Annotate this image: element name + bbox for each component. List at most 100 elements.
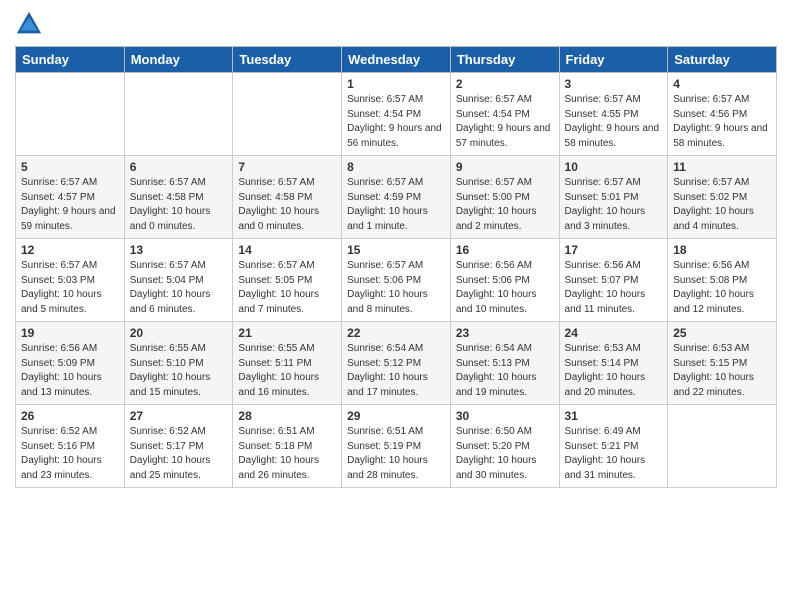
day-info: Sunrise: 6:57 AM Sunset: 5:00 PM Dayligh… bbox=[456, 176, 554, 234]
day-number: 24 bbox=[565, 326, 663, 340]
calendar-cell: 25Sunrise: 6:53 AM Sunset: 5:15 PM Dayli… bbox=[668, 322, 777, 405]
calendar-cell: 13Sunrise: 6:57 AM Sunset: 5:04 PM Dayli… bbox=[124, 239, 233, 322]
day-info: Sunrise: 6:57 AM Sunset: 5:05 PM Dayligh… bbox=[238, 259, 336, 317]
calendar-cell: 23 Sunrise: 6:54 AM Sunset: 5:13 PM Dayli… bbox=[450, 322, 559, 405]
day-info: Sunrise: 6:52 AM Sunset: 5:16 PM Dayligh… bbox=[21, 425, 119, 483]
day-info: Sunrise: 6:57 AM Sunset: 5:03 PM Dayligh… bbox=[21, 259, 119, 317]
day-info: Sunrise: 6:53 AM Sunset: 5:14 PM Dayligh… bbox=[565, 342, 663, 400]
day-info: Sunrise: 6:56 AM Sunset: 5:09 PM Dayligh… bbox=[21, 342, 119, 400]
column-header-monday: Monday bbox=[124, 47, 233, 73]
day-number: 26 bbox=[21, 409, 119, 423]
calendar-cell: 17 Sunrise: 6:56 AM Sunset: 5:07 PM Dayli… bbox=[559, 239, 668, 322]
calendar-cell: 18Sunrise: 6:56 AM Sunset: 5:08 PM Dayli… bbox=[668, 239, 777, 322]
calendar-week-row: 1 Sunrise: 6:57 AM Sunset: 4:54 PM Daylig… bbox=[16, 73, 777, 156]
column-header-saturday: Saturday bbox=[668, 47, 777, 73]
calendar-cell: 3 Sunrise: 6:57 AM Sunset: 4:55 PM Daylig… bbox=[559, 73, 668, 156]
day-number: 5 bbox=[21, 160, 119, 174]
day-info: Sunrise: 6:50 AM Sunset: 5:20 PM Dayligh… bbox=[456, 425, 554, 483]
calendar-cell: 15 Sunrise: 6:57 AM Sunset: 5:06 PM Dayli… bbox=[342, 239, 451, 322]
day-number: 14 bbox=[238, 243, 336, 257]
day-number: 11 bbox=[673, 160, 771, 174]
day-info: Sunrise: 6:57 AM Sunset: 4:54 PM Dayligh… bbox=[347, 93, 445, 151]
calendar-cell: 2 Sunrise: 6:57 AM Sunset: 4:54 PM Daylig… bbox=[450, 73, 559, 156]
calendar-cell: 20 Sunrise: 6:55 AM Sunset: 5:10 PM Dayli… bbox=[124, 322, 233, 405]
column-header-sunday: Sunday bbox=[16, 47, 125, 73]
calendar-cell bbox=[16, 73, 125, 156]
logo-icon bbox=[15, 10, 43, 38]
calendar-cell: 1 Sunrise: 6:57 AM Sunset: 4:54 PM Daylig… bbox=[342, 73, 451, 156]
day-info: Sunrise: 6:51 AM Sunset: 5:19 PM Dayligh… bbox=[347, 425, 445, 483]
day-info: Sunrise: 6:55 AM Sunset: 5:10 PM Dayligh… bbox=[130, 342, 228, 400]
day-number: 9 bbox=[456, 160, 554, 174]
day-number: 29 bbox=[347, 409, 445, 423]
calendar-cell: 9 Sunrise: 6:57 AM Sunset: 5:00 PM Daylig… bbox=[450, 156, 559, 239]
day-number: 30 bbox=[456, 409, 554, 423]
calendar-cell bbox=[668, 405, 777, 488]
day-number: 28 bbox=[238, 409, 336, 423]
day-number: 23 bbox=[456, 326, 554, 340]
day-info: Sunrise: 6:54 AM Sunset: 5:13 PM Dayligh… bbox=[456, 342, 554, 400]
calendar-cell: 24 Sunrise: 6:53 AM Sunset: 5:14 PM Dayli… bbox=[559, 322, 668, 405]
day-number: 1 bbox=[347, 77, 445, 91]
calendar-cell: 19 Sunrise: 6:56 AM Sunset: 5:09 PM Dayli… bbox=[16, 322, 125, 405]
day-number: 31 bbox=[565, 409, 663, 423]
day-number: 2 bbox=[456, 77, 554, 91]
day-info: Sunrise: 6:57 AM Sunset: 4:58 PM Dayligh… bbox=[238, 176, 336, 234]
day-number: 21 bbox=[238, 326, 336, 340]
day-info: Sunrise: 6:57 AM Sunset: 5:06 PM Dayligh… bbox=[347, 259, 445, 317]
calendar-cell: 22 Sunrise: 6:54 AM Sunset: 5:12 PM Dayli… bbox=[342, 322, 451, 405]
day-info: Sunrise: 6:57 AM Sunset: 5:01 PM Dayligh… bbox=[565, 176, 663, 234]
calendar-cell bbox=[124, 73, 233, 156]
header bbox=[15, 10, 777, 38]
day-number: 20 bbox=[130, 326, 228, 340]
day-number: 3 bbox=[565, 77, 663, 91]
day-number: 16 bbox=[456, 243, 554, 257]
day-info: Sunrise: 6:52 AM Sunset: 5:17 PM Dayligh… bbox=[130, 425, 228, 483]
calendar-cell: 26 Sunrise: 6:52 AM Sunset: 5:16 PM Dayli… bbox=[16, 405, 125, 488]
day-number: 8 bbox=[347, 160, 445, 174]
calendar-cell: 31 Sunrise: 6:49 AM Sunset: 5:21 PM Dayli… bbox=[559, 405, 668, 488]
column-header-wednesday: Wednesday bbox=[342, 47, 451, 73]
calendar-cell: 21 Sunrise: 6:55 AM Sunset: 5:11 PM Dayli… bbox=[233, 322, 342, 405]
calendar-week-row: 5Sunrise: 6:57 AM Sunset: 4:57 PM Daylig… bbox=[16, 156, 777, 239]
calendar-cell bbox=[233, 73, 342, 156]
calendar-cell: 28 Sunrise: 6:51 AM Sunset: 5:18 PM Dayli… bbox=[233, 405, 342, 488]
day-info: Sunrise: 6:57 AM Sunset: 4:54 PM Dayligh… bbox=[456, 93, 554, 151]
calendar-cell: 5Sunrise: 6:57 AM Sunset: 4:57 PM Daylig… bbox=[16, 156, 125, 239]
calendar-cell: 16 Sunrise: 6:56 AM Sunset: 5:06 PM Dayli… bbox=[450, 239, 559, 322]
day-info: Sunrise: 6:51 AM Sunset: 5:18 PM Dayligh… bbox=[238, 425, 336, 483]
day-info: Sunrise: 6:53 AM Sunset: 5:15 PM Dayligh… bbox=[673, 342, 771, 400]
day-info: Sunrise: 6:57 AM Sunset: 5:04 PM Dayligh… bbox=[130, 259, 228, 317]
calendar-cell: 27Sunrise: 6:52 AM Sunset: 5:17 PM Dayli… bbox=[124, 405, 233, 488]
calendar-cell: 30 Sunrise: 6:50 AM Sunset: 5:20 PM Dayli… bbox=[450, 405, 559, 488]
day-info: Sunrise: 6:55 AM Sunset: 5:11 PM Dayligh… bbox=[238, 342, 336, 400]
day-number: 4 bbox=[673, 77, 771, 91]
calendar-cell: 14 Sunrise: 6:57 AM Sunset: 5:05 PM Dayli… bbox=[233, 239, 342, 322]
day-number: 19 bbox=[21, 326, 119, 340]
column-header-tuesday: Tuesday bbox=[233, 47, 342, 73]
day-info: Sunrise: 6:57 AM Sunset: 4:56 PM Dayligh… bbox=[673, 93, 771, 151]
calendar-header-row: SundayMondayTuesdayWednesdayThursdayFrid… bbox=[16, 47, 777, 73]
calendar-table: SundayMondayTuesdayWednesdayThursdayFrid… bbox=[15, 46, 777, 488]
day-info: Sunrise: 6:49 AM Sunset: 5:21 PM Dayligh… bbox=[565, 425, 663, 483]
calendar-body: 1 Sunrise: 6:57 AM Sunset: 4:54 PM Daylig… bbox=[16, 73, 777, 488]
day-number: 17 bbox=[565, 243, 663, 257]
calendar-cell: 4 Sunrise: 6:57 AM Sunset: 4:56 PM Daylig… bbox=[668, 73, 777, 156]
day-number: 15 bbox=[347, 243, 445, 257]
calendar-week-row: 19 Sunrise: 6:56 AM Sunset: 5:09 PM Dayli… bbox=[16, 322, 777, 405]
page-container: SundayMondayTuesdayWednesdayThursdayFrid… bbox=[0, 0, 792, 498]
calendar-cell: 10Sunrise: 6:57 AM Sunset: 5:01 PM Dayli… bbox=[559, 156, 668, 239]
day-info: Sunrise: 6:56 AM Sunset: 5:07 PM Dayligh… bbox=[565, 259, 663, 317]
day-info: Sunrise: 6:56 AM Sunset: 5:06 PM Dayligh… bbox=[456, 259, 554, 317]
calendar-cell: 11Sunrise: 6:57 AM Sunset: 5:02 PM Dayli… bbox=[668, 156, 777, 239]
day-number: 22 bbox=[347, 326, 445, 340]
day-number: 12 bbox=[21, 243, 119, 257]
day-number: 7 bbox=[238, 160, 336, 174]
day-info: Sunrise: 6:54 AM Sunset: 5:12 PM Dayligh… bbox=[347, 342, 445, 400]
day-info: Sunrise: 6:57 AM Sunset: 4:59 PM Dayligh… bbox=[347, 176, 445, 234]
calendar-week-row: 12 Sunrise: 6:57 AM Sunset: 5:03 PM Dayli… bbox=[16, 239, 777, 322]
calendar-week-row: 26 Sunrise: 6:52 AM Sunset: 5:16 PM Dayli… bbox=[16, 405, 777, 488]
column-header-thursday: Thursday bbox=[450, 47, 559, 73]
day-info: Sunrise: 6:57 AM Sunset: 4:55 PM Dayligh… bbox=[565, 93, 663, 151]
column-header-friday: Friday bbox=[559, 47, 668, 73]
